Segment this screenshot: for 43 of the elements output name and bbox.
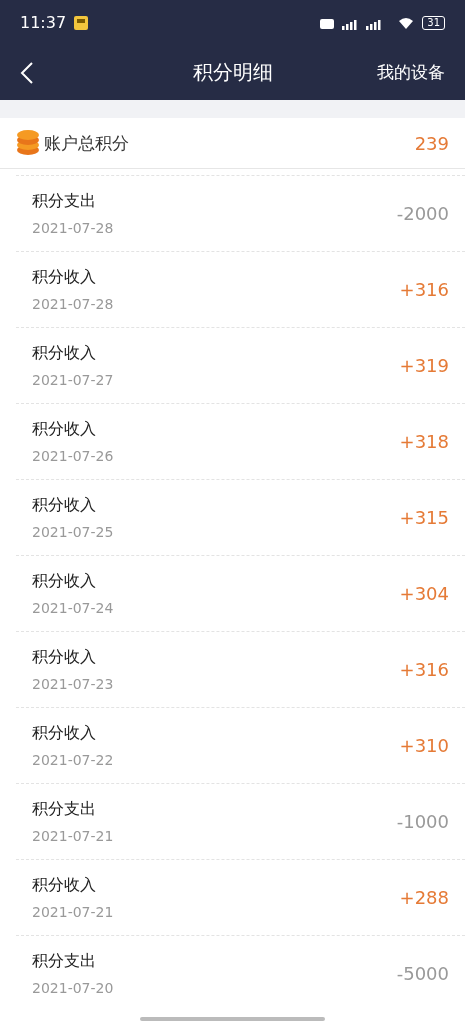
- record-date: 2021-07-22: [32, 752, 114, 768]
- back-icon[interactable]: [20, 60, 34, 85]
- record-amount: +316: [399, 279, 449, 300]
- record-title: 积分支出: [32, 799, 97, 820]
- record-title: 积分收入: [32, 343, 97, 364]
- record-title: 积分收入: [32, 723, 97, 744]
- record-amount: +316: [399, 659, 449, 680]
- total-points-label: 账户总积分: [44, 131, 129, 155]
- my-devices-link[interactable]: 我的设备: [377, 61, 445, 84]
- page-title: 积分明细: [192, 59, 273, 86]
- status-time: 11:37: [20, 13, 67, 32]
- record-amount: +318: [399, 431, 449, 452]
- record-title: 积分收入: [32, 267, 97, 288]
- record-date: 2021-07-21: [32, 828, 114, 844]
- record-title: 积分收入: [32, 495, 97, 516]
- total-points-value: 239: [414, 132, 449, 154]
- record-amount: +319: [399, 355, 449, 376]
- record-date: 2021-07-20: [32, 980, 114, 996]
- record-date: 2021-07-26: [32, 448, 114, 464]
- record-date: 2021-07-23: [32, 676, 114, 692]
- record-title: 积分收入: [32, 875, 97, 896]
- record-amount: +304: [399, 583, 449, 604]
- record-amount: -5000: [396, 963, 449, 984]
- record-title: 积分收入: [32, 647, 97, 668]
- battery-icon: 31: [422, 15, 445, 30]
- record-date: 2021-07-25: [32, 524, 114, 540]
- record-amount: -1000: [396, 811, 449, 832]
- record-title: 积分收入: [32, 419, 97, 440]
- record-amount: +315: [399, 507, 449, 528]
- record-date: 2021-07-28: [32, 220, 114, 236]
- record-date: 2021-07-24: [32, 600, 114, 616]
- coins-icon: [16, 130, 40, 156]
- record-amount: +288: [399, 887, 449, 908]
- record-title: 积分支出: [32, 191, 97, 212]
- record-date: 2021-07-28: [32, 296, 114, 312]
- record-date: 2021-07-21: [32, 904, 114, 920]
- notification-icon: [74, 15, 89, 30]
- record-amount: -2000: [396, 203, 449, 224]
- record-title: 积分收入: [32, 571, 97, 592]
- record-date: 2021-07-27: [32, 372, 114, 388]
- record-title: 积分支出: [32, 951, 97, 972]
- wifi-icon: [398, 16, 415, 29]
- record-amount: +310: [399, 735, 449, 756]
